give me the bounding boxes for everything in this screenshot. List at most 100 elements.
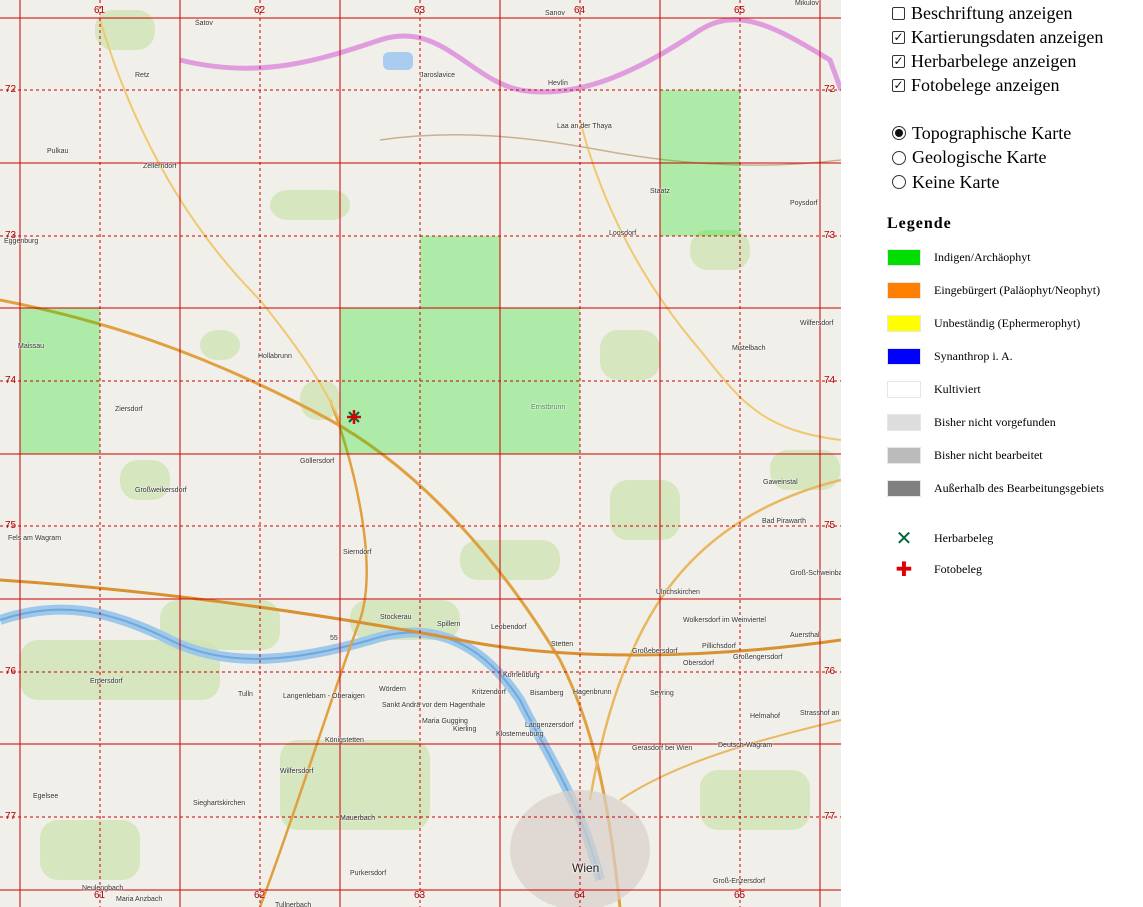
place-name: Langenzersdorf: [525, 722, 574, 729]
legend-swatch: [887, 413, 921, 431]
grid-y-label-left: 74: [5, 375, 17, 386]
place-name: Obersdorf: [683, 660, 715, 667]
grid-x-label-top: 61: [94, 5, 106, 16]
legend-label: Bisher nicht vorgefunden: [934, 414, 1056, 429]
checkbox-unchecked[interactable]: [892, 6, 905, 20]
legend-swatch: [887, 314, 921, 332]
legend-item: Außerhalb des Bearbeitungsgebiets: [887, 479, 1104, 497]
checkbox-checked[interactable]: ✓: [892, 54, 905, 68]
grid-y-label-left: 72: [5, 84, 17, 95]
place-name: Retz: [135, 72, 150, 79]
control-panel: Beschriftung anzeigen ✓ Kartierungsdaten a…: [850, 0, 1140, 907]
legend-label: Unbeständig (Ephermerophyt): [934, 315, 1081, 330]
grid-y-label-right: 74: [824, 375, 836, 386]
place-name: Königstetten: [325, 737, 364, 744]
show-mapping-data-checkbox[interactable]: ✓ Kartierungsdaten anzeigen: [892, 26, 1103, 48]
checkbox-label: Fotobelege anzeigen: [911, 74, 1060, 95]
forest-area: [610, 480, 680, 540]
place-name: Mauerbach: [340, 815, 376, 822]
radio-label: Keine Karte: [912, 171, 1000, 192]
grid-x-label-bottom: 62: [254, 890, 266, 901]
grid-y-label-right: 76: [824, 666, 836, 677]
forest-area: [600, 330, 660, 380]
radio-unselected[interactable]: [892, 175, 906, 189]
place-name: Poysdorf: [790, 200, 818, 207]
place-name: Egelsee: [33, 793, 59, 800]
state-border: [179, 17, 841, 95]
place-name: Sankt Andrä vor dem Hagenthale: [382, 702, 486, 709]
show-photo-checkbox[interactable]: ✓ Fotobelege anzeigen: [892, 74, 1059, 96]
place-name: Sierndorf: [343, 549, 372, 556]
place-name: Eggenburg: [4, 238, 39, 245]
checkbox-checked[interactable]: ✓: [892, 78, 905, 92]
legend-symbol-label: Herbarbeleg: [934, 530, 994, 545]
place-name: Kierling: [453, 726, 477, 733]
place-name: Maria Gugging: [422, 718, 468, 725]
place-name: Mistelbach: [732, 345, 766, 352]
legend-swatch: [887, 248, 921, 266]
place-name: Spillern: [437, 621, 461, 628]
place-name: Loosdorf: [609, 230, 637, 237]
legend-swatch: [887, 479, 921, 497]
place-name: Šatov: [195, 20, 213, 27]
radio-selected[interactable]: [892, 126, 906, 140]
herbarium-x-icon: ✕: [895, 526, 913, 550]
show-herbarium-checkbox[interactable]: ✓ Herbarbelege anzeigen: [892, 50, 1076, 72]
mapped-quadrant-indigen: [420, 308, 500, 381]
topographic-map-radio[interactable]: Topographische Karte: [892, 122, 1071, 144]
place-name: Großweikersdorf: [135, 487, 187, 494]
radio-unselected[interactable]: [892, 150, 906, 165]
place-name: Laa an der Thaya: [557, 123, 612, 130]
place-name: Neulengbach: [82, 885, 124, 892]
grid-y-label-left: 77: [5, 811, 17, 822]
legend-item: Bisher nicht bearbeitet: [887, 446, 1043, 464]
photo-cross-icon: ✚: [895, 557, 913, 581]
place-name: Wilfersdorf: [280, 768, 314, 775]
forest-area: [40, 820, 140, 880]
place-name: Stetten: [551, 641, 574, 648]
legend-label: Bisher nicht bearbeitet: [934, 447, 1043, 462]
forest-area: [200, 330, 240, 360]
place-name: Sanov: [545, 10, 565, 17]
grid-x-label-bottom: 64: [574, 890, 586, 901]
geological-map-radio[interactable]: Geologische Karte: [892, 147, 1046, 169]
place-name: Seyring: [650, 690, 674, 697]
map-canvas: [0, 0, 841, 907]
place-name: Jaroslavice: [420, 72, 456, 79]
mapped-quadrant-indigen: [420, 236, 500, 308]
legend-title: Legende: [887, 215, 952, 232]
place-name: Gaweinstal: [763, 479, 798, 486]
no-map-radio[interactable]: Keine Karte: [892, 171, 999, 193]
grid-y-label-left: 75: [5, 520, 17, 531]
checkbox-checked[interactable]: ✓: [892, 30, 905, 44]
legend-item: Eingebürgert (Paläophyt/Neophyt): [887, 281, 1100, 299]
legend-item: Bisher nicht vorgefunden: [887, 413, 1056, 431]
legend-label: Außerhalb des Bearbeitungsgebiets: [934, 480, 1104, 495]
mapped-quadrant-indigen: [660, 90, 740, 163]
forest-area: [700, 770, 810, 830]
legend-swatch: [887, 281, 921, 299]
place-name: Göllersdorf: [300, 458, 335, 465]
mapped-quadrant-indigen: [340, 308, 420, 381]
place-name: Auersthal: [790, 632, 820, 639]
place-name: Tullnerbach: [275, 902, 312, 907]
show-labels-checkbox[interactable]: Beschriftung anzeigen: [892, 2, 1072, 24]
legend-item: Indigen/Archäophyt: [887, 248, 1031, 266]
legend-swatch: [887, 347, 921, 365]
place-name: Gerasdorf bei Wien: [632, 745, 693, 752]
grid-x-label-bottom: 65: [734, 890, 746, 901]
legend-item: Synanthrop i. A.: [887, 347, 1013, 365]
place-name: Deutsch-Wagram: [718, 742, 773, 749]
legend-item: Kultiviert: [887, 380, 981, 398]
distribution-map[interactable]: 61 61 62 62 63 63 64 64 65 65 72 72 73 73 74 74 75 75 76 76…: [0, 0, 841, 907]
legend-symbol-label: Fotobeleg: [934, 561, 982, 576]
grid-x-label-top: 65: [734, 5, 746, 16]
legend-swatch: [887, 380, 921, 398]
place-name: Großebersdorf: [632, 648, 678, 655]
place-name: Hagenbrunn: [573, 689, 612, 696]
place-name: Bad Pirawarth: [762, 518, 806, 525]
place-name: Hevlín: [548, 80, 568, 87]
place-name: Mikulov: [795, 0, 819, 7]
place-name: Maissau: [18, 343, 45, 350]
place-name: Maria Anzbach: [116, 896, 163, 903]
